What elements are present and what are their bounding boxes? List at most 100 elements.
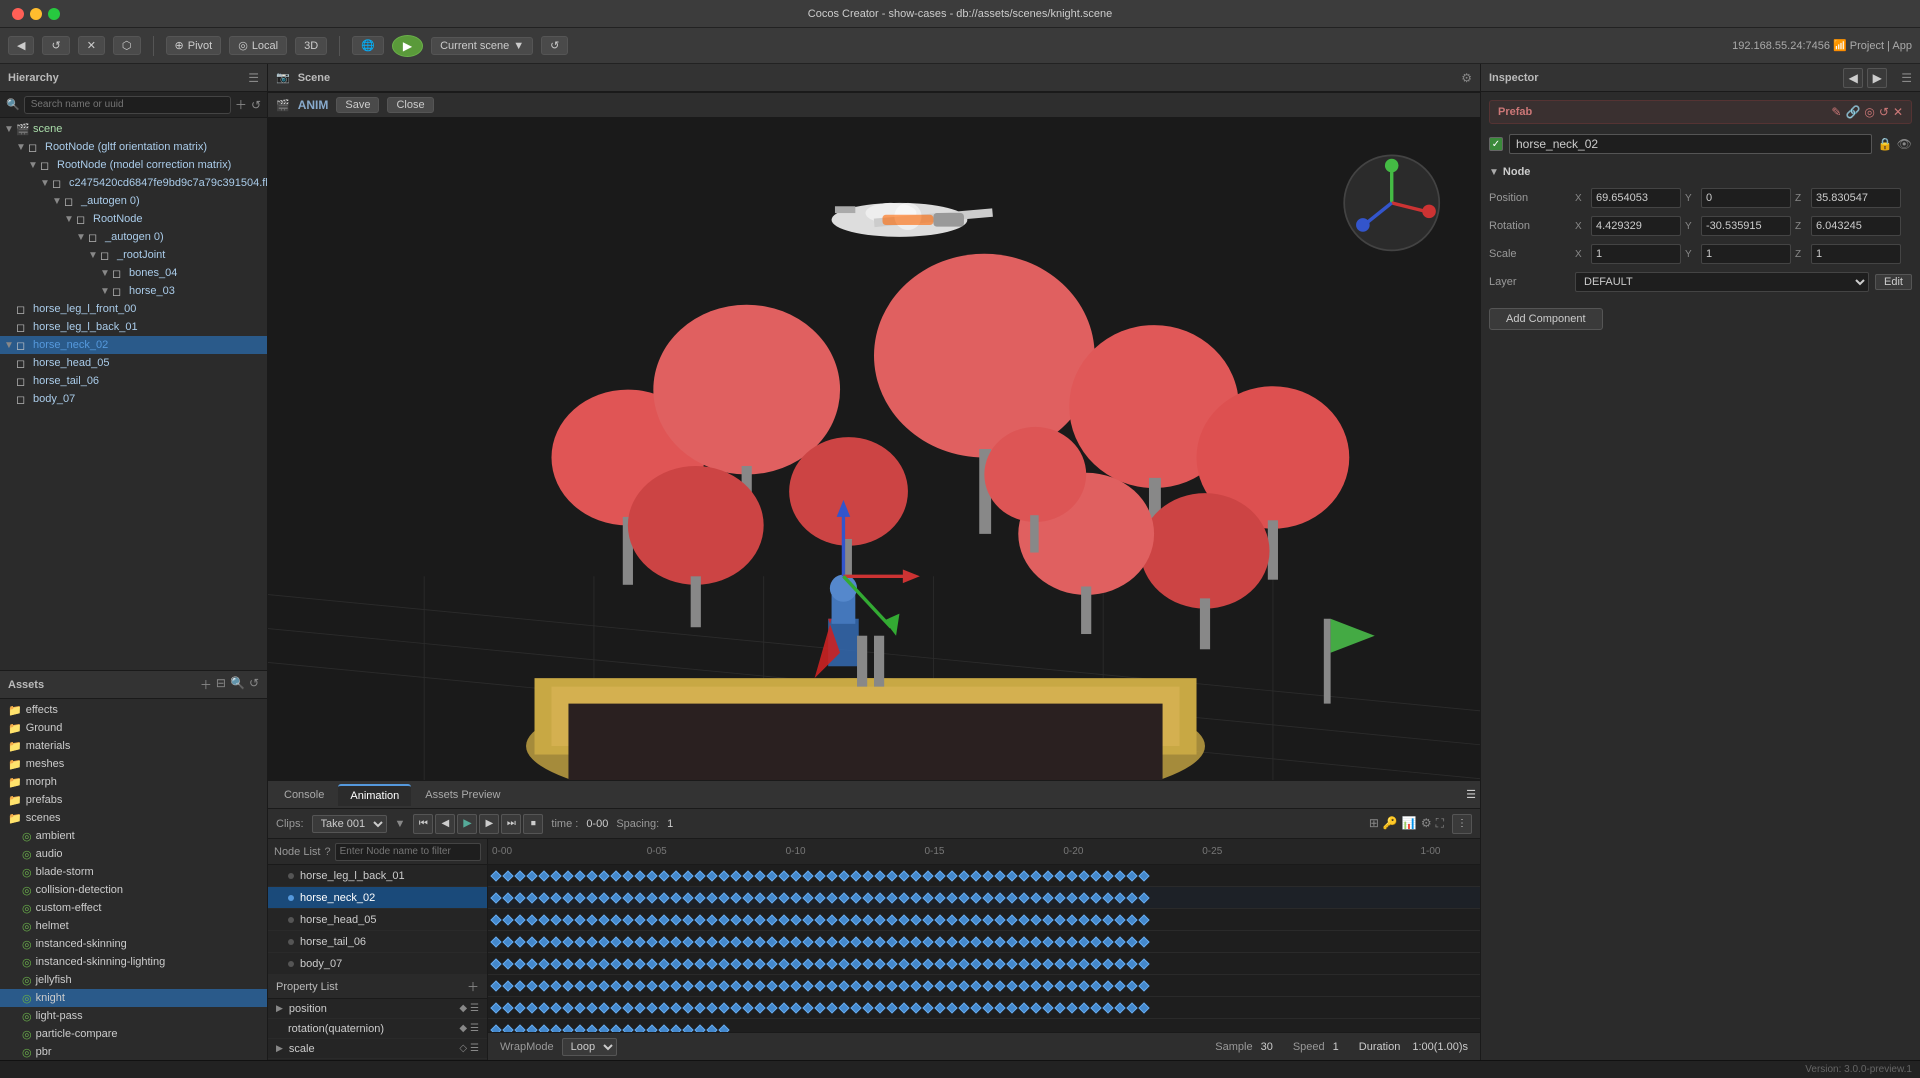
keyframe-diamond[interactable] — [826, 914, 837, 925]
keyframe-diamond[interactable] — [1102, 870, 1113, 881]
rotation-x-input[interactable] — [1591, 216, 1681, 236]
keyframe-diamond[interactable] — [982, 870, 993, 881]
keyframe-diamond[interactable] — [814, 870, 825, 881]
keyframe-diamond[interactable] — [1090, 914, 1101, 925]
keyframe-diamond[interactable] — [838, 980, 849, 991]
keyframe-diamond[interactable] — [1138, 936, 1149, 947]
keyframe-diamond[interactable] — [778, 958, 789, 969]
keyframe-diamond[interactable] — [658, 980, 669, 991]
keyframe-diamond[interactable] — [634, 936, 645, 947]
keyframe-diamond[interactable] — [514, 870, 525, 881]
keyframe-diamond[interactable] — [586, 980, 597, 991]
keyframe-diamond[interactable] — [514, 980, 525, 991]
keyframe-diamond[interactable] — [802, 1002, 813, 1013]
keyframe-diamond[interactable] — [1054, 936, 1065, 947]
keyframe-diamond[interactable] — [874, 914, 885, 925]
keyframe-diamond[interactable] — [682, 936, 693, 947]
keyframe-diamond[interactable] — [862, 958, 873, 969]
keyframe-diamond[interactable] — [994, 870, 1005, 881]
keyframe-diamond[interactable] — [898, 870, 909, 881]
keyframe-diamond[interactable] — [1078, 958, 1089, 969]
hierarchy-add-icon[interactable]: ＋ — [235, 96, 247, 113]
keyframe-diamond[interactable] — [574, 892, 585, 903]
keyframe-diamond[interactable] — [1090, 936, 1101, 947]
keyframe-diamond[interactable] — [778, 980, 789, 991]
keyframe-diamond[interactable] — [610, 936, 621, 947]
keyframe-diamond[interactable] — [850, 1002, 861, 1013]
anim-close-btn[interactable]: Close — [387, 97, 433, 113]
keyframe-diamond[interactable] — [1042, 980, 1053, 991]
keyframe-diamond[interactable] — [1018, 892, 1029, 903]
keyframe-diamond[interactable] — [970, 914, 981, 925]
rotation-y-input[interactable] — [1701, 216, 1791, 236]
keyframe-diamond[interactable] — [994, 914, 1005, 925]
keyframe-diamond[interactable] — [1102, 892, 1113, 903]
hierarchy-item-12[interactable]: ▼◻horse_neck_02 — [0, 336, 267, 354]
scene-settings-icon[interactable]: ⚙ — [1461, 71, 1472, 85]
node-row-horse-tail[interactable]: horse_tail_06 — [268, 931, 487, 953]
keyframe-diamond[interactable] — [958, 980, 969, 991]
keyframe-diamond[interactable] — [1006, 936, 1017, 947]
anim-save-btn[interactable]: Save — [336, 97, 379, 113]
keyframe-diamond[interactable] — [802, 958, 813, 969]
prop-diamond-icon-2[interactable]: ◆ — [459, 1023, 467, 1034]
keyframe-diamond[interactable] — [514, 1002, 525, 1013]
assets-filter-icon[interactable]: ⊟ — [216, 676, 226, 693]
keyframe-diamond[interactable] — [490, 980, 501, 991]
hierarchy-item-10[interactable]: ◻horse_leg_l_front_00 — [0, 300, 267, 318]
keyframe-diamond[interactable] — [910, 1002, 921, 1013]
panel-menu-icon[interactable]: ☰ — [1466, 788, 1476, 801]
keyframe-diamond[interactable] — [850, 980, 861, 991]
keyframe-diamond[interactable] — [958, 892, 969, 903]
keyframe-diamond[interactable] — [766, 870, 777, 881]
keyframe-diamond[interactable] — [814, 958, 825, 969]
anim-prev-btn[interactable]: ◀ — [435, 814, 455, 834]
asset-item-10[interactable]: ◎collision-detection — [0, 881, 267, 899]
keyframe-diamond[interactable] — [514, 892, 525, 903]
inspector-fwd-btn[interactable]: ▶ — [1867, 68, 1887, 88]
keyframe-diamond[interactable] — [562, 980, 573, 991]
keyframe-diamond[interactable] — [1030, 958, 1041, 969]
keyframe-diamond[interactable] — [1066, 980, 1077, 991]
keyframe-diamond[interactable] — [526, 936, 537, 947]
keyframe-diamond[interactable] — [802, 914, 813, 925]
hierarchy-item-2[interactable]: ▼◻RootNode (model correction matrix) — [0, 156, 267, 174]
keyframe-diamond[interactable] — [778, 892, 789, 903]
keyframe-diamond[interactable] — [562, 892, 573, 903]
keyframe-diamond[interactable] — [1138, 958, 1149, 969]
keyframe-diamond[interactable] — [814, 1002, 825, 1013]
asset-item-9[interactable]: ◎blade-storm — [0, 863, 267, 881]
keyframe-diamond[interactable] — [814, 892, 825, 903]
keyframe-diamond[interactable] — [682, 958, 693, 969]
keyframe-diamond[interactable] — [754, 892, 765, 903]
asset-item-0[interactable]: 📁effects — [0, 701, 267, 719]
keyframe-diamond[interactable] — [946, 980, 957, 991]
keyframe-diamond[interactable] — [778, 1002, 789, 1013]
keyframe-diamond[interactable] — [826, 958, 837, 969]
hierarchy-item-8[interactable]: ▼◻bones_04 — [0, 264, 267, 282]
keyframe-diamond[interactable] — [958, 958, 969, 969]
keyframe-diamond[interactable] — [970, 892, 981, 903]
keyframe-diamond[interactable] — [490, 914, 501, 925]
keyframe-diamond[interactable] — [1066, 936, 1077, 947]
keyframe-diamond[interactable] — [646, 870, 657, 881]
keyframe-diamond[interactable] — [598, 1024, 609, 1032]
keyframe-diamond[interactable] — [814, 936, 825, 947]
keyframe-diamond[interactable] — [1030, 980, 1041, 991]
anim-fullscreen-icon[interactable]: ⛶ — [1436, 816, 1444, 831]
build-btn[interactable]: ⬡ — [113, 36, 141, 55]
keyframe-diamond[interactable] — [574, 1024, 585, 1032]
keyframe-diamond[interactable] — [754, 1002, 765, 1013]
keyframe-diamond[interactable] — [1078, 1002, 1089, 1013]
keyframe-diamond[interactable] — [1138, 892, 1149, 903]
asset-item-14[interactable]: ◎instanced-skinning-lighting — [0, 953, 267, 971]
keyframe-diamond[interactable] — [826, 870, 837, 881]
keyframe-diamond[interactable] — [1006, 914, 1017, 925]
keyframe-diamond[interactable] — [898, 958, 909, 969]
keyframe-diamond[interactable] — [946, 936, 957, 947]
keyframe-diamond[interactable] — [730, 980, 741, 991]
keyframe-diamond[interactable] — [934, 958, 945, 969]
keyframe-diamond[interactable] — [670, 1002, 681, 1013]
keyframe-diamond[interactable] — [946, 958, 957, 969]
keyframe-diamond[interactable] — [1078, 936, 1089, 947]
